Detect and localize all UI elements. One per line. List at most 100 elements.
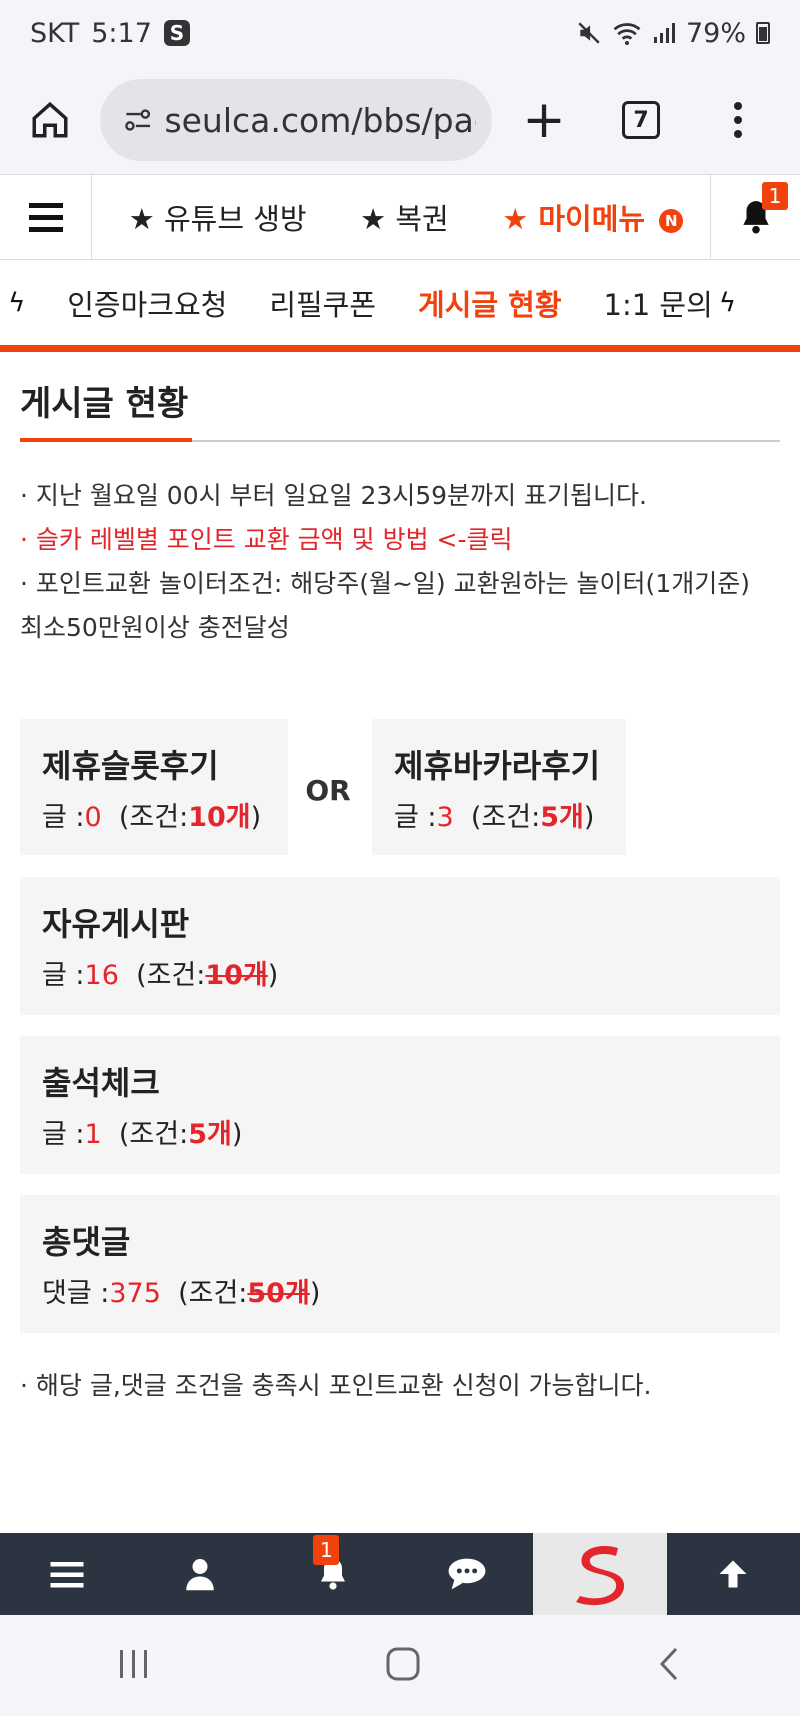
card-slot-review: 제휴슬롯후기 글 :0 (조건:10개) <box>20 719 288 855</box>
wifi-icon <box>613 23 641 45</box>
sub-nav-tabs: l ϟ 인증마크요청 리필쿠폰 게시글 현황 1:1 문의 ϟ <box>0 260 800 352</box>
android-home-icon <box>386 1647 420 1680</box>
cond-suffix: ) <box>583 802 595 833</box>
bottom-notification-button[interactable]: 1 <box>267 1533 400 1615</box>
battery-label: 79% <box>685 17 746 49</box>
cond-prefix: (조건: <box>118 1119 189 1150</box>
site-top-nav: ★ 유튜브 생방 ★ 복권 ★ 마이메뉴 N 1 <box>0 174 800 260</box>
stat-label: 댓글 : <box>42 1278 110 1309</box>
recent-apps-button[interactable] <box>116 1648 152 1684</box>
cond-suffix: ) <box>250 802 262 833</box>
hamburger-icon <box>28 214 63 220</box>
home-button[interactable] <box>0 66 100 174</box>
cond-prefix: (조건: <box>178 1278 248 1309</box>
card-stat: 글 :3 (조건:5개) <box>394 795 604 834</box>
site-logo-button[interactable] <box>533 1533 667 1615</box>
stat-count: 0 <box>84 802 102 833</box>
cond-required: 5개 <box>188 1119 232 1150</box>
back-icon <box>659 1647 677 1680</box>
s-app-icon: S <box>163 20 190 46</box>
note-point-exchange-link[interactable]: · 슬카 레벨별 포인트 교환 금액 및 방법 <-클릭 <box>20 518 780 562</box>
card-stat: 댓글 :375 (조건:50개) <box>42 1271 758 1310</box>
status-bar: SKT 5:17 S 79% <box>0 0 800 66</box>
cond-required-met: 10개 <box>205 960 268 991</box>
bottom-chat-button[interactable] <box>400 1533 533 1615</box>
cond-suffix: ) <box>309 1278 321 1309</box>
tab-inquiry-label: 1:1 문의 <box>603 287 713 322</box>
cond-required-met: 50개 <box>247 1278 310 1309</box>
hamburger-icon <box>28 202 63 208</box>
hamburger-menu-button[interactable] <box>0 174 92 260</box>
sub-nav-partial-label: l <box>0 286 2 320</box>
cond-prefix: (조건: <box>470 802 541 833</box>
or-label: OR <box>305 774 351 807</box>
card-stat: 글 :16 (조건:10개) <box>42 953 758 992</box>
scroll-top-button[interactable] <box>667 1533 800 1615</box>
arrow-up-icon <box>719 1560 747 1588</box>
note-exchange-condition: · 포인트교환 놀이터조건: 해당주(월~일) 교환원하는 놀이터(1개기준) … <box>20 569 750 642</box>
seulca-logo-icon <box>575 1545 625 1606</box>
note-period: · 지난 월요일 00시 부터 일요일 23시59분까지 표기됩니다. <box>20 481 647 510</box>
stat-label: 글 : <box>42 802 85 833</box>
more-dot-icon <box>734 130 742 138</box>
card-title: 출석체크 <box>42 1064 160 1102</box>
sub-nav-partial-item[interactable]: l ϟ <box>0 286 25 320</box>
stat-count: 375 <box>109 1278 161 1309</box>
title-underline <box>20 438 192 442</box>
lightning-icon: ϟ <box>718 287 736 318</box>
time-label: 5:17 <box>91 17 152 49</box>
tab-post-status[interactable]: 게시글 현황 <box>418 282 562 324</box>
stat-count: 16 <box>84 960 119 991</box>
nav-item-lottery[interactable]: ★ 복권 <box>360 196 449 238</box>
notification-count-badge: 1 <box>762 182 788 210</box>
android-home-button[interactable] <box>385 1646 421 1686</box>
new-badge: N <box>659 209 684 233</box>
top-nav-items: ★ 유튜브 생방 ★ 복권 ★ 마이메뉴 N <box>92 196 710 238</box>
nav-item-youtube-live[interactable]: ★ 유튜브 생방 <box>129 196 307 238</box>
more-dot-icon <box>734 102 742 110</box>
bottom-notification-badge: 1 <box>313 1535 340 1565</box>
android-nav-bar <box>0 1615 800 1716</box>
tab-cert-mark-request[interactable]: 인증마크요청 <box>67 282 227 324</box>
nav-item-my-menu[interactable]: ★ 마이메뉴 N <box>502 196 684 238</box>
cond-required: 10개 <box>188 802 251 833</box>
cond-suffix: ) <box>267 960 279 991</box>
status-right: 79% <box>576 18 770 49</box>
tabs-button[interactable]: 7 <box>596 101 686 139</box>
card-title: 총댓글 <box>42 1223 131 1261</box>
address-bar[interactable]: seulca.com/bbs/page <box>100 79 492 161</box>
new-tab-button[interactable]: + <box>492 94 596 146</box>
bottom-profile-button[interactable] <box>133 1533 266 1615</box>
carrier-label: SKT <box>30 17 80 49</box>
stat-label: 글 : <box>394 802 437 833</box>
home-icon <box>32 101 68 138</box>
hamburger-icon <box>28 226 63 232</box>
user-icon <box>186 1559 214 1591</box>
cond-suffix: ) <box>231 1119 243 1150</box>
more-menu-button[interactable] <box>686 102 790 138</box>
stat-label: 글 : <box>42 960 85 991</box>
bottom-menu-button[interactable] <box>0 1533 133 1615</box>
stat-count: 1 <box>84 1119 102 1150</box>
battery-icon <box>756 22 770 44</box>
card-title: 제휴슬롯후기 <box>42 747 219 785</box>
tab-inquiry[interactable]: 1:1 문의 ϟ <box>604 282 736 324</box>
card-stat: 글 :1 (조건:5개) <box>42 1112 758 1151</box>
tabs-count: 7 <box>622 101 660 139</box>
back-button[interactable] <box>654 1646 684 1686</box>
stat-label: 글 : <box>42 1119 85 1150</box>
footer-note: · 해당 글,댓글 조건을 충족시 포인트교환 신청이 가능합니다. <box>20 1371 652 1400</box>
url-text: seulca.com/bbs/page <box>164 100 476 140</box>
cond-prefix: (조건: <box>118 802 189 833</box>
notification-button[interactable]: 1 <box>710 174 800 260</box>
mute-icon <box>578 22 600 44</box>
browser-toolbar: seulca.com/bbs/page + 7 <box>0 66 800 174</box>
page-title: 게시글 현황 <box>20 384 189 424</box>
card-attendance: 출석체크 글 :1 (조건:5개) <box>20 1036 780 1174</box>
card-stat: 글 :0 (조건:10개) <box>42 795 266 834</box>
card-title: 제휴바카라후기 <box>394 747 601 785</box>
lightning-icon: ϟ <box>8 287 26 318</box>
tab-refill-coupon[interactable]: 리필쿠폰 <box>269 282 376 324</box>
recent-apps-icon <box>120 1649 148 1678</box>
bottom-app-nav: 1 <box>0 1533 800 1615</box>
